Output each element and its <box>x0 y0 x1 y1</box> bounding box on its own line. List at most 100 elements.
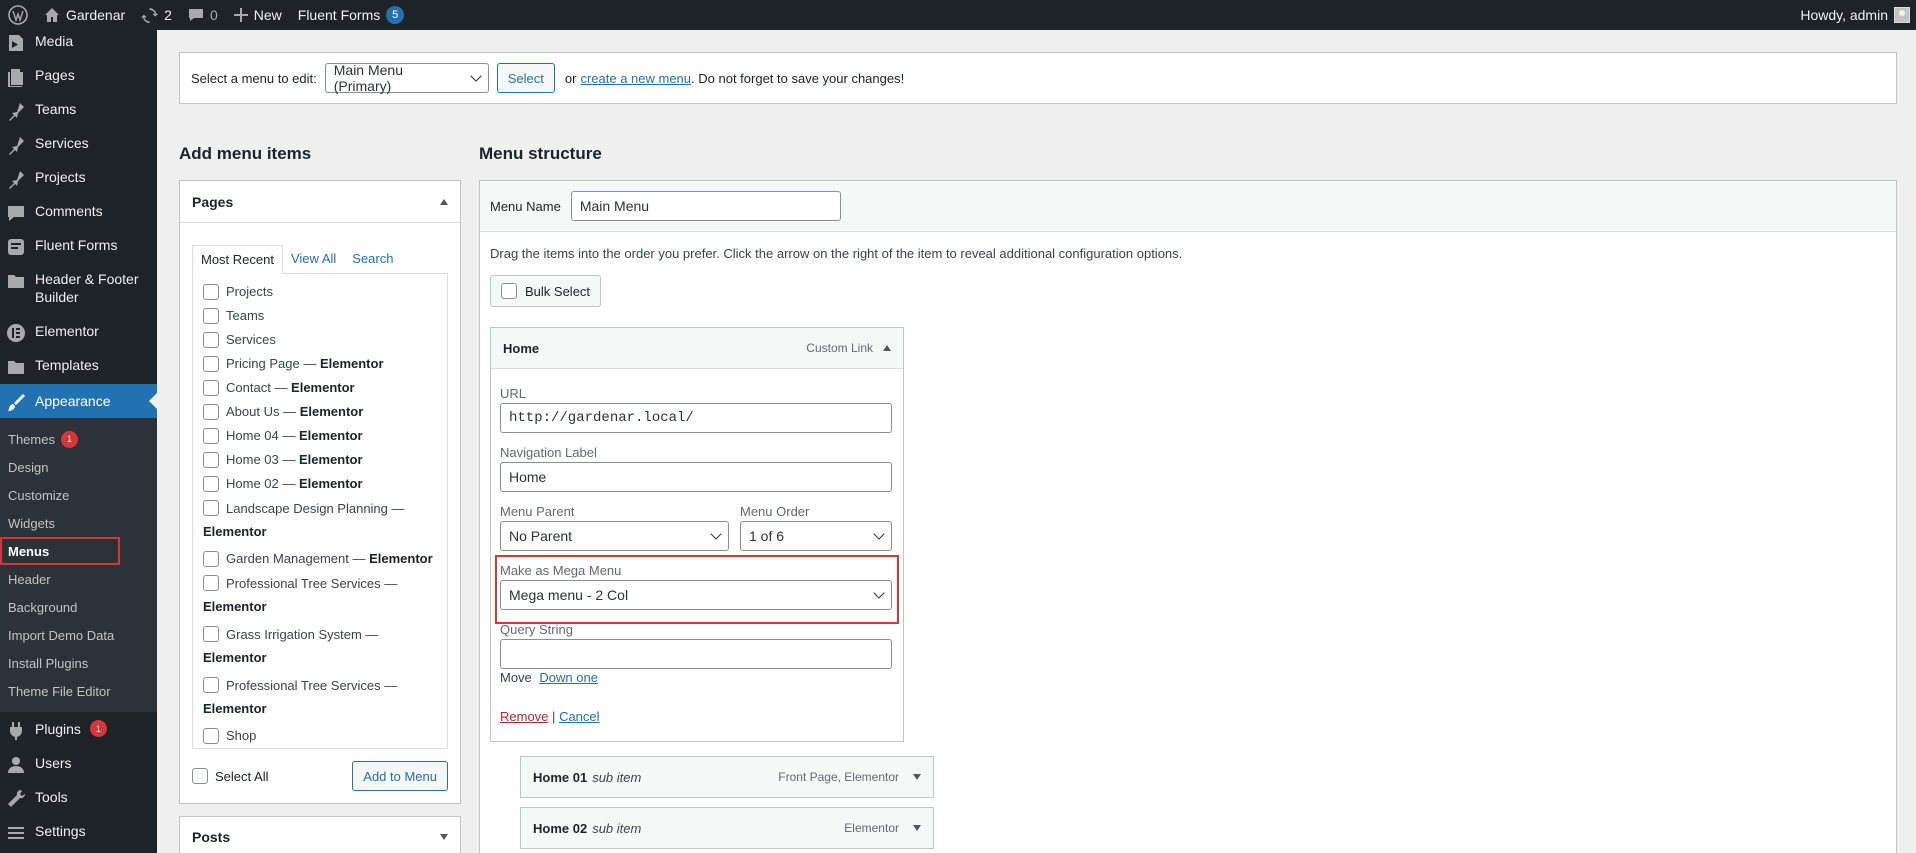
fluent-forms-link[interactable]: Fluent Forms 5 <box>290 0 412 30</box>
page-checkbox[interactable] <box>203 476 219 492</box>
bulk-select-control[interactable]: Bulk Select <box>490 275 602 307</box>
pages-accordion-footer: Select All Add to Menu <box>180 749 460 803</box>
menu-order-select[interactable]: 1 of 6 <box>740 521 892 551</box>
sidebar-item-elementor[interactable]: Elementor <box>0 314 157 348</box>
list-item[interactable]: Home 03 — Elementor <box>203 452 437 468</box>
sidebar-item-header-footer-builder[interactable]: Header & Footer Builder <box>0 262 157 306</box>
menu-name-input[interactable]: Main Menu <box>570 191 841 221</box>
mega-menu-select[interactable]: Mega menu - 2 Col <box>500 580 892 610</box>
expand-arrow-icon[interactable] <box>913 774 921 780</box>
site-name-link[interactable]: Gardenar <box>36 0 133 30</box>
menu-item-handle[interactable]: Home Custom Link <box>491 328 903 369</box>
page-name: Landscape Design Planning — Elementor <box>203 501 405 539</box>
page-name: Shop <box>226 728 257 743</box>
submenu-item-background[interactable]: Background <box>0 593 157 621</box>
query-string-input[interactable] <box>500 639 892 669</box>
list-item[interactable]: Grass Irrigation System — Elementor <box>203 623 437 669</box>
remove-item-link[interactable]: Remove <box>500 709 548 724</box>
list-item[interactable]: Home 04 — Elementor <box>203 428 437 444</box>
list-item[interactable]: Projects <box>203 284 437 300</box>
list-item[interactable]: Contact — Elementor <box>203 380 437 396</box>
submenu-item-widgets[interactable]: Widgets <box>0 509 157 537</box>
list-item[interactable]: Professional Tree Services — Elementor <box>203 572 437 618</box>
move-down-one-link[interactable]: Down one <box>539 670 598 685</box>
sidebar-item-comments[interactable]: Comments <box>0 194 157 228</box>
add-to-menu-button[interactable]: Add to Menu <box>352 761 448 791</box>
tab-search[interactable]: Search <box>344 245 401 274</box>
pages-accordion-header[interactable]: Pages <box>180 181 460 223</box>
list-item[interactable]: Landscape Design Planning — Elementor <box>203 497 437 543</box>
tab-view-all[interactable]: View All <box>283 245 344 274</box>
expand-arrow-icon[interactable] <box>913 825 921 831</box>
submenu-item-menus[interactable]: Menus <box>0 537 120 565</box>
posts-accordion-header[interactable]: Posts <box>179 816 461 853</box>
sidebar-item-projects[interactable]: Projects <box>0 160 157 194</box>
create-new-menu-link[interactable]: create a new menu <box>580 71 691 86</box>
submenu-item-customize[interactable]: Customize <box>0 481 157 509</box>
nav-label-value: Home <box>509 469 547 485</box>
sidebar-item-pages[interactable]: Pages <box>0 58 157 92</box>
sidebar-item-fluent-forms[interactable]: Fluent Forms <box>0 228 157 262</box>
menu-order-field-group: Menu Order 1 of 6 <box>740 504 892 551</box>
pages-accordion: Pages Most Recent View All Search Projec… <box>179 180 461 804</box>
nav-label-input[interactable]: Home <box>500 462 892 492</box>
select-all-control[interactable]: Select All <box>192 768 268 784</box>
menu-select[interactable]: Main Menu (Primary) <box>324 62 489 94</box>
bulk-select-checkbox[interactable] <box>501 283 517 299</box>
menu-parent-select[interactable]: No Parent <box>500 521 729 551</box>
list-item[interactable]: Professional Tree Services — Elementor <box>203 674 437 720</box>
submenu-item-design[interactable]: Design <box>0 453 157 481</box>
submenu-item-themes[interactable]: Themes 1 <box>0 425 157 453</box>
list-item[interactable]: About Us — Elementor <box>203 404 437 420</box>
sidebar-item-users[interactable]: Users <box>0 746 157 780</box>
submenu-item-header[interactable]: Header <box>0 565 157 593</box>
page-checkbox[interactable] <box>203 284 219 300</box>
new-content-link[interactable]: New <box>226 0 290 30</box>
list-item[interactable]: Home 02 — Elementor <box>203 476 437 492</box>
page-checkbox[interactable] <box>203 332 219 348</box>
collapse-arrow-icon[interactable] <box>883 345 891 351</box>
list-item[interactable]: Pricing Page — Elementor <box>203 356 437 372</box>
sidebar-item-tools[interactable]: Tools <box>0 780 157 814</box>
collapse-arrow-icon <box>440 198 448 205</box>
sidebar-item-plugins[interactable]: Plugins 1 <box>0 712 157 746</box>
page-name: Teams <box>226 308 265 323</box>
list-item[interactable]: Services <box>203 332 437 348</box>
submenu-item-install-plugins[interactable]: Install Plugins <box>0 649 157 677</box>
page-name: Professional Tree Services — Elementor <box>203 678 398 716</box>
media-icon <box>9 35 23 51</box>
select-all-checkbox[interactable] <box>192 768 208 784</box>
list-item[interactable]: Teams <box>203 308 437 324</box>
page-checkbox[interactable] <box>203 452 219 468</box>
list-item[interactable]: Garden Management — Elementor <box>203 551 437 567</box>
tab-most-recent[interactable]: Most Recent <box>192 245 283 274</box>
page-checkbox[interactable] <box>203 308 219 324</box>
sidebar-item-appearance[interactable]: Appearance <box>0 384 157 418</box>
sidebar-item-teams[interactable]: Teams <box>0 92 157 126</box>
menu-item-home-01[interactable]: Home 01 sub item Front Page, Elementor <box>520 756 934 798</box>
page-checkbox[interactable] <box>203 380 219 396</box>
mega-menu-value: Mega menu - 2 Col <box>509 587 629 603</box>
page-checkbox[interactable] <box>203 356 219 372</box>
sidebar-item-services[interactable]: Services <box>0 126 157 160</box>
page-checkbox[interactable] <box>203 728 219 744</box>
page-checkbox[interactable] <box>203 404 219 420</box>
my-account-link[interactable]: Howdy, admin <box>1792 0 1916 30</box>
cancel-item-link[interactable]: Cancel <box>559 709 599 724</box>
sidebar-item-templates[interactable]: Templates <box>0 348 157 382</box>
submenu-item-import-demo-data[interactable]: Import Demo Data <box>0 621 157 649</box>
page-checkbox[interactable] <box>203 428 219 444</box>
url-input[interactable]: http://gardenar.local/ <box>500 403 892 433</box>
submenu-item-theme-file-editor[interactable]: Theme File Editor <box>0 677 157 705</box>
menu-item-home-02[interactable]: Home 02 sub item Elementor <box>520 807 934 849</box>
list-item[interactable]: Shop <box>203 728 437 744</box>
sidebar-item-media[interactable]: Media <box>0 30 157 58</box>
page-checkbox[interactable] <box>203 551 219 567</box>
page-name: Grass Irrigation System — Elementor <box>203 627 379 665</box>
sidebar-item-settings[interactable]: Settings <box>0 814 157 848</box>
submenu-item-label: Widgets <box>8 515 55 531</box>
wp-logo-button[interactable] <box>0 0 36 30</box>
updates-link[interactable]: 2 <box>133 0 180 30</box>
select-menu-button[interactable]: Select <box>496 63 555 93</box>
comments-link[interactable]: 0 <box>180 0 226 30</box>
